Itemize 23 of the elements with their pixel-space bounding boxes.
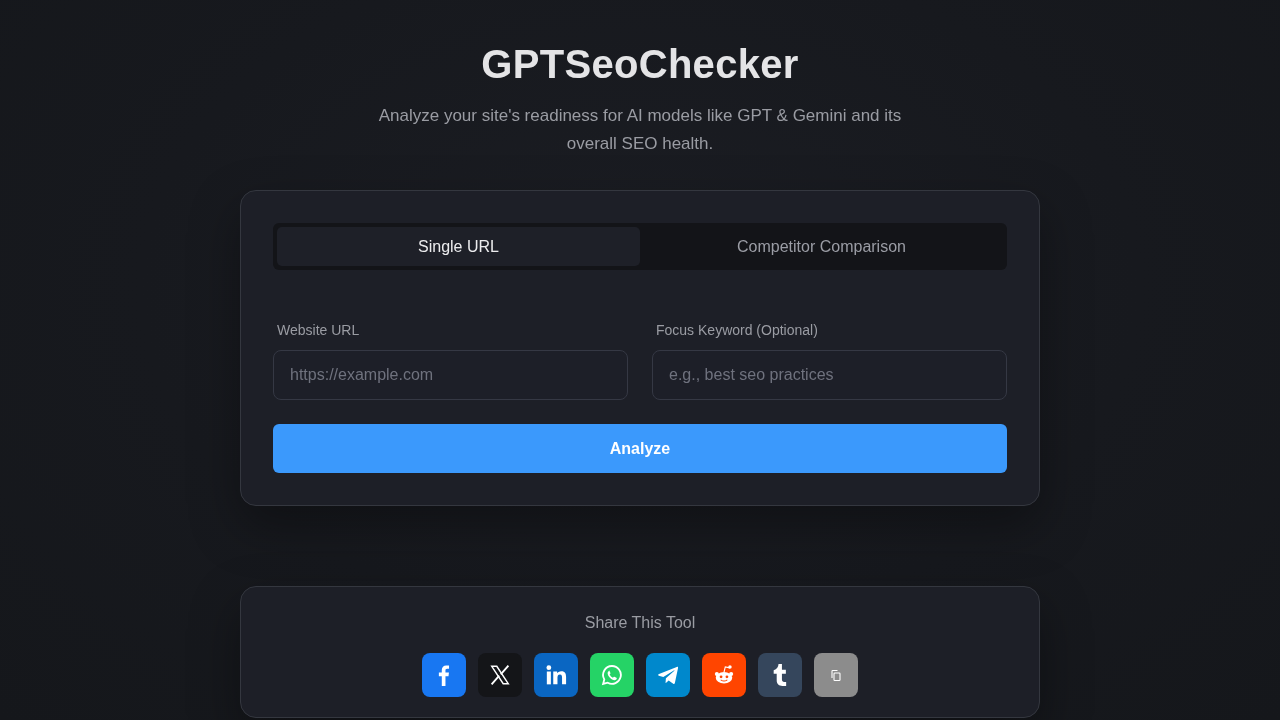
linkedin-icon — [545, 664, 567, 686]
share-button[interactable] — [590, 653, 634, 697]
share-title: Share This Tool — [584, 613, 696, 633]
field-label: Website URL — [277, 321, 360, 340]
share-button[interactable] — [758, 653, 802, 697]
mode-tab[interactable]: Competitor Comparison — [640, 227, 1003, 266]
copy-icon — [830, 668, 842, 682]
share-button[interactable] — [478, 653, 522, 697]
mode-tab[interactable]: Single URL — [277, 227, 640, 266]
share-button[interactable] — [534, 653, 578, 697]
paper-plane-icon — [657, 664, 679, 686]
app-subtitle: Analyze your site's readiness for AI models like GPT & Gemini and its overall SEO health. — [377, 105, 903, 155]
share-button[interactable] — [702, 653, 746, 697]
x-logo-icon — [489, 664, 511, 686]
share-button[interactable] — [646, 653, 690, 697]
whatsapp-icon — [601, 664, 623, 686]
keyword-input[interactable]: e.g., best seo practices — [652, 350, 1007, 400]
share-button[interactable] — [422, 653, 466, 697]
reddit-icon — [713, 664, 735, 686]
share-button[interactable] — [814, 653, 858, 697]
field-label: Focus Keyword (Optional) — [656, 321, 818, 340]
app-title: GPTSeoChecker — [481, 41, 799, 88]
url-input[interactable]: https://example.com — [273, 350, 628, 400]
